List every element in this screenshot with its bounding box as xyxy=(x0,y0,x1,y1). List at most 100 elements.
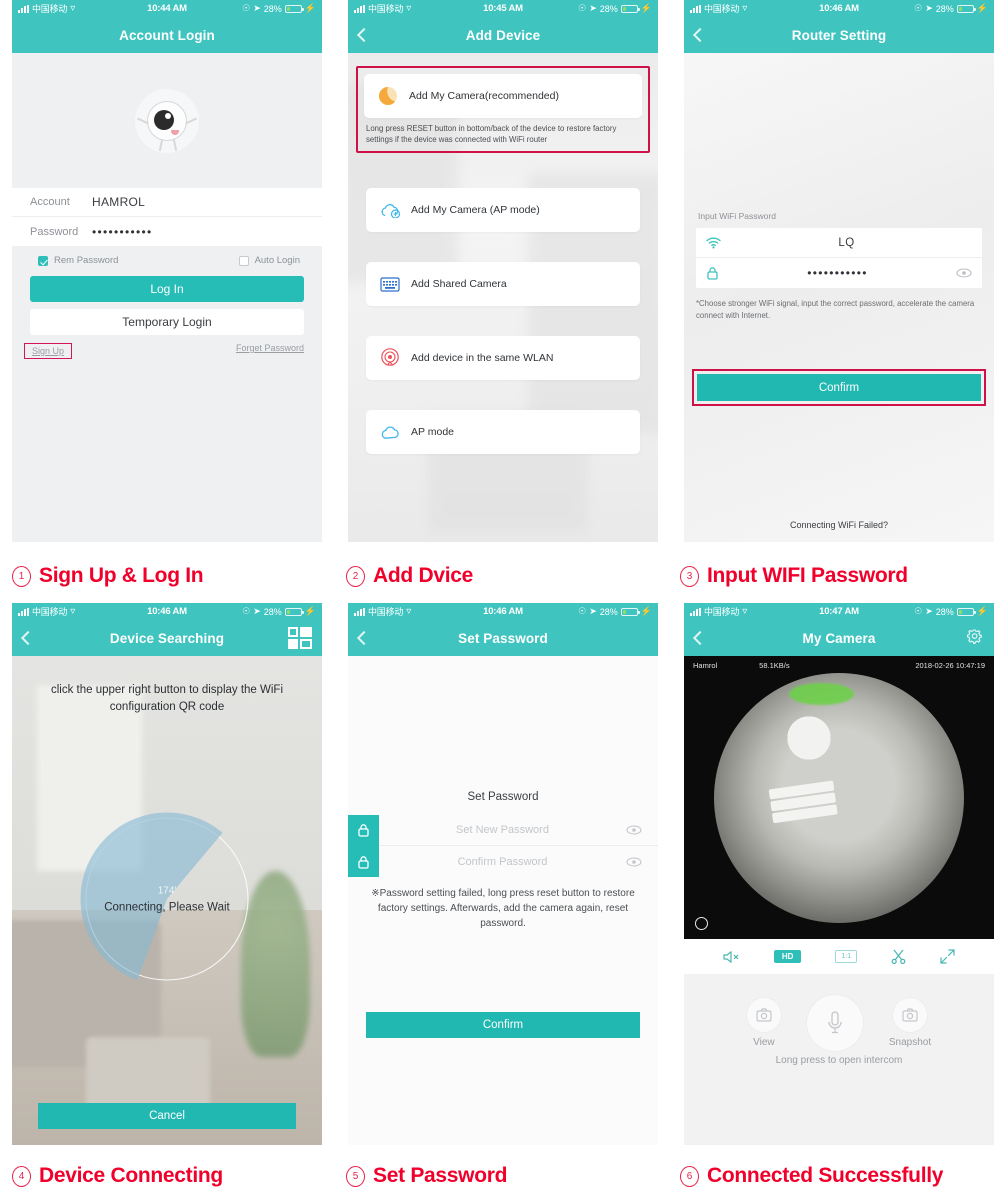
confirm-password-input[interactable]: Confirm Password xyxy=(379,856,626,868)
auto-login-option[interactable]: Auto Login xyxy=(238,255,300,266)
option-add-shared-camera[interactable]: Add Shared Camera xyxy=(366,262,640,306)
status-bar: 中国移动 ▿ 10:46 AM ☉ ➤ 28% ⚡ xyxy=(12,603,322,620)
qr-code-icon[interactable] xyxy=(288,627,312,649)
nav-bar-login: Account Login xyxy=(12,17,322,53)
confirm-button[interactable]: Confirm xyxy=(697,374,981,401)
auto-login-label: Auto Login xyxy=(254,255,300,266)
intercom-action[interactable] xyxy=(806,995,863,1051)
fullscreen-icon[interactable] xyxy=(940,949,955,964)
battery-icon xyxy=(620,4,640,13)
ssid-input[interactable]: LQ xyxy=(721,237,972,249)
panel-login: 中国移动 ▿ 10:44 AM ☉ ➤ 28% ⚡ Account Login xyxy=(12,0,322,542)
hd-badge[interactable]: HD xyxy=(773,950,802,963)
battery-percent: 28% xyxy=(935,606,954,617)
cancel-button[interactable]: Cancel xyxy=(38,1103,296,1129)
aspect-ratio-badge[interactable]: 1:1 xyxy=(835,950,858,963)
bitrate-label: 58.1KB/s xyxy=(759,661,790,670)
back-icon[interactable] xyxy=(692,630,708,646)
device-searching-body: click the upper right button to display … xyxy=(12,656,322,1145)
sign-up-link[interactable]: Sign Up xyxy=(32,346,64,356)
new-password-input[interactable]: Set New Password xyxy=(379,824,626,836)
mute-icon[interactable] xyxy=(723,950,740,964)
video-control-bar: HD 1:1 xyxy=(684,939,994,974)
page-title: Account Login xyxy=(119,27,215,43)
caption-number: 1 xyxy=(12,565,31,587)
temporary-login-button[interactable]: Temporary Login xyxy=(30,309,304,335)
connecting-status-text: Connecting, Please Wait xyxy=(104,901,230,913)
option-add-my-camera-ap[interactable]: Add My Camera (AP mode) xyxy=(366,188,640,232)
battery-percent: 28% xyxy=(263,3,282,14)
caption-6: 6 Connected Successfully xyxy=(680,1155,988,1197)
log-in-button[interactable]: Log In xyxy=(30,276,304,302)
new-password-row[interactable]: Set New Password xyxy=(348,814,658,846)
password-field-row[interactable]: Password ••••••••••• xyxy=(12,217,322,246)
snapshot-action[interactable]: Snapshot xyxy=(889,998,931,1048)
account-input[interactable]: HAMROL xyxy=(92,195,145,209)
confirm-password-row[interactable]: Confirm Password xyxy=(348,846,658,877)
battery-percent: 28% xyxy=(935,3,954,14)
caption-5: 5 Set Password xyxy=(346,1155,654,1197)
option-add-device-same-wlan[interactable]: Add device in the same WLAN xyxy=(366,336,640,380)
view-icon[interactable] xyxy=(746,998,781,1032)
nav-bar-add-device: Add Device xyxy=(348,17,658,53)
wlan-signal-icon xyxy=(380,348,402,368)
add-my-camera-card[interactable]: Add My Camera(recommended) xyxy=(364,74,642,118)
alarm-icon: ☉ xyxy=(578,3,587,13)
record-indicator-icon[interactable] xyxy=(695,917,708,930)
page-title: Set Password xyxy=(458,630,548,646)
password-input[interactable]: ••••••••••• xyxy=(92,225,153,239)
camera-ball-icon xyxy=(378,86,400,106)
back-icon[interactable] xyxy=(356,27,372,43)
snapshot-icon[interactable] xyxy=(892,998,927,1032)
ssid-row[interactable]: LQ xyxy=(696,228,982,258)
keyboard-icon xyxy=(380,276,402,292)
wifi-password-input[interactable]: ••••••••••• xyxy=(719,266,956,280)
alarm-icon: ☉ xyxy=(914,606,923,616)
view-action[interactable]: View xyxy=(746,998,781,1048)
auto-login-checkbox[interactable] xyxy=(238,255,249,266)
scissors-icon[interactable] xyxy=(891,949,906,964)
charging-icon: ⚡ xyxy=(976,3,988,13)
forget-password-link[interactable]: Forget Password xyxy=(236,343,304,359)
status-bar: 中国移动 ▿ 10:46 AM ☉ ➤ 28% ⚡ xyxy=(348,603,658,620)
rem-password-label: Rem Password xyxy=(54,255,119,266)
back-icon[interactable] xyxy=(692,27,708,43)
back-icon[interactable] xyxy=(356,630,372,646)
password-failure-note: ※Password setting failed, long press res… xyxy=(371,888,635,929)
option-ap-mode[interactable]: AP mode xyxy=(366,410,640,454)
microphone-icon[interactable] xyxy=(806,995,863,1051)
nav-bar-router-setting: Router Setting xyxy=(684,17,994,53)
lock-icon xyxy=(706,266,719,280)
confirm-highlight: Confirm xyxy=(692,369,986,406)
eye-icon[interactable] xyxy=(626,856,642,867)
caption-text: Add Dvice xyxy=(373,564,473,587)
charging-icon: ⚡ xyxy=(976,606,988,616)
router-setting-body: Input WiFi Password LQ ••••••••••• *Choo… xyxy=(684,53,994,542)
password-label: Password xyxy=(30,225,79,238)
connecting-wifi-failed-link[interactable]: Connecting WiFi Failed? xyxy=(684,520,994,530)
rem-password-checkbox[interactable] xyxy=(38,255,48,266)
camera-actions: View Snapshot xyxy=(684,974,994,1051)
battery-percent: 28% xyxy=(263,606,282,617)
input-wifi-password-label: Input WiFi Password xyxy=(698,211,776,221)
panel-add-device: 中国移动 ▿ 10:45 AM ☉ ➤ 28% ⚡ Add Device Add… xyxy=(348,0,658,542)
location-icon: ➤ xyxy=(925,3,933,13)
caption-row-2: 4 Device Connecting 5 Set Password 6 Con… xyxy=(0,1155,1000,1197)
rem-password-option[interactable]: Rem Password xyxy=(38,255,118,266)
nav-bar-set-password: Set Password xyxy=(348,620,658,656)
wifi-password-row[interactable]: ••••••••••• xyxy=(696,258,982,288)
eye-icon[interactable] xyxy=(626,825,642,835)
location-icon: ➤ xyxy=(253,3,261,13)
gear-icon[interactable] xyxy=(967,629,984,647)
battery-icon xyxy=(620,607,640,616)
caption-3: 3 Input WIFI Password xyxy=(680,555,988,597)
confirm-button[interactable]: Confirm xyxy=(366,1012,640,1038)
add-my-camera-label: Add My Camera(recommended) xyxy=(409,90,559,102)
account-field-row[interactable]: Account HAMROL xyxy=(12,188,322,217)
cloud-icon xyxy=(380,425,402,440)
panel-router-setting: 中国移动 ▿ 10:46 AM ☉ ➤ 28% ⚡ Router Setting xyxy=(684,0,994,542)
live-video-view[interactable]: Hamrol 58.1KB/s 2018-02-26 10:47:19 xyxy=(684,656,994,939)
eye-icon[interactable] xyxy=(956,268,972,278)
battery-icon xyxy=(956,4,976,13)
back-icon[interactable] xyxy=(20,630,36,646)
